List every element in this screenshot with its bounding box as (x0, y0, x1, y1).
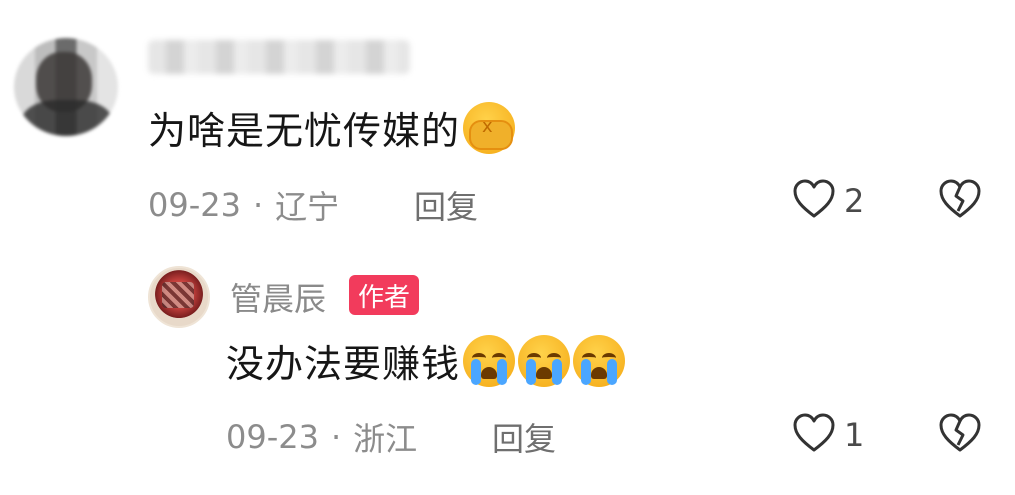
dislike-button[interactable] (938, 412, 982, 458)
comment-location: 辽宁 (275, 188, 340, 226)
like-count: 2 (844, 182, 865, 220)
commenter-avatar[interactable] (14, 38, 118, 136)
comment-text: 为啥是无忧传媒的 (148, 100, 516, 155)
reply-button[interactable]: 回复 (414, 182, 478, 228)
crying-emoji (463, 334, 516, 387)
reply-button[interactable]: 回复 (492, 414, 556, 460)
heart-icon (792, 412, 836, 458)
dislike-button[interactable] (938, 178, 982, 224)
like-button[interactable]: 1 (792, 412, 864, 458)
meta-separator: · (252, 186, 264, 224)
facepalm-emoji (463, 101, 516, 154)
reply-date: 09-23 (226, 418, 319, 456)
comment-date: 09-23 (148, 186, 241, 224)
author-avatar[interactable] (148, 266, 210, 328)
broken-heart-icon (938, 413, 982, 458)
author-badge: 作者 (349, 275, 420, 315)
reply-text: 没办法要赚钱 (226, 333, 626, 388)
commenter-name-blurred[interactable] (148, 40, 410, 74)
author-name[interactable]: 管晨辰 (230, 274, 326, 320)
broken-heart-icon (938, 179, 982, 224)
like-count: 1 (844, 416, 865, 454)
meta-separator: · (330, 418, 342, 456)
like-button[interactable]: 2 (792, 178, 864, 224)
reply-meta: 09-23 · 浙江 (226, 414, 417, 460)
crying-emoji (518, 334, 571, 387)
heart-icon (792, 178, 836, 224)
crying-emoji (573, 334, 626, 387)
reply-location: 浙江 (353, 420, 418, 458)
comment-meta: 09-23 · 辽宁 (148, 182, 339, 228)
